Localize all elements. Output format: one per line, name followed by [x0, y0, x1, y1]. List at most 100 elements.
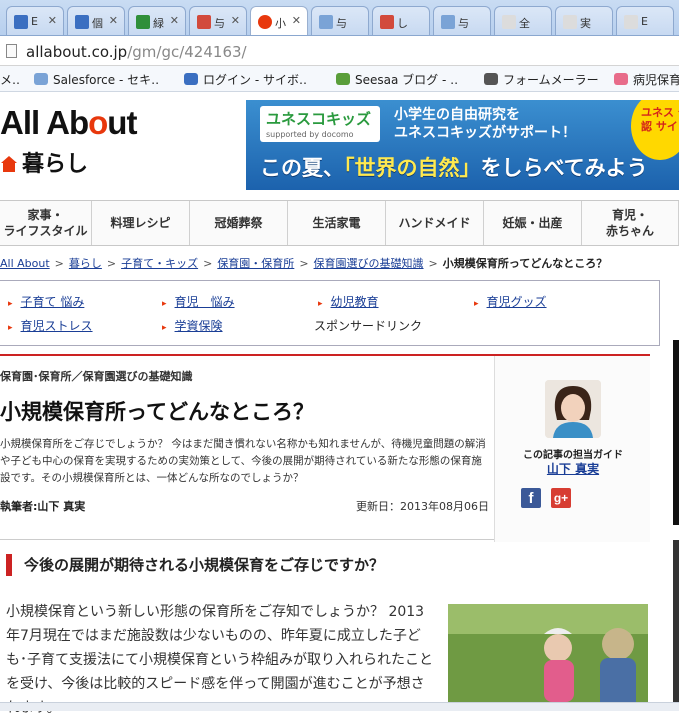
- url-path: /gm/gc/424163/: [127, 43, 247, 61]
- tab-label: 与: [214, 17, 225, 30]
- tab-favicon-icon: [136, 15, 150, 29]
- article-photo: [448, 604, 648, 711]
- bookmark-icon: [184, 73, 198, 85]
- browser-tab[interactable]: E: [616, 6, 674, 35]
- breadcrumb-separator: >: [203, 257, 213, 270]
- tab-favicon-icon: [197, 15, 211, 29]
- nav-item[interactable]: 生活家電: [288, 201, 386, 245]
- browser-tab[interactable]: 緑 ✕: [128, 6, 186, 35]
- url-host: allabout.co.jp: [26, 43, 128, 61]
- sponsored-link[interactable]: 幼児教育: [318, 293, 379, 310]
- bookmark-item[interactable]: メ‥: [0, 71, 20, 88]
- nav-item[interactable]: 料理レシピ: [92, 201, 190, 245]
- bookmark-label: フォームメーラー: [503, 73, 599, 87]
- url-text[interactable]: allabout.co.jp/gm/gc/424163/: [26, 43, 247, 61]
- bookmark-item[interactable]: Salesforce - セキ‥: [34, 71, 159, 88]
- tab-label: E: [31, 15, 38, 28]
- guide-avatar[interactable]: [545, 380, 601, 438]
- sponsored-link[interactable]: 育児グッズ: [474, 293, 547, 310]
- section-title[interactable]: 暮らし: [0, 146, 88, 178]
- article-author: 執筆者:山下 真実: [0, 500, 86, 513]
- bookmark-label: Seesaa ブログ - ‥: [355, 73, 459, 87]
- tab-label: E: [641, 15, 648, 28]
- address-bar[interactable]: allabout.co.jp/gm/gc/424163/: [0, 36, 679, 66]
- tab-close-icon[interactable]: ✕: [231, 14, 240, 27]
- browser-tab[interactable]: 個 ✕: [67, 6, 125, 35]
- sponsored-link[interactable]: 子育て 悩み: [8, 293, 85, 310]
- browser-tab[interactable]: し: [372, 6, 430, 35]
- breadcrumb-separator: >: [299, 257, 309, 270]
- tab-favicon-icon: [380, 15, 394, 29]
- bookmark-icon: [336, 73, 350, 85]
- nav-item[interactable]: 冠婚葬祭: [190, 201, 288, 245]
- tab-label: 小: [275, 17, 286, 30]
- sponsored-links: 子育て 悩み 育児 悩み 幼児教育 育児グッズ育児ストレス 学資保険 スポンサードリンク: [0, 280, 660, 346]
- breadcrumb-separator: >: [106, 257, 117, 270]
- tab-close-icon[interactable]: ✕: [292, 14, 301, 27]
- nav-item[interactable]: 家事・ ライフスタイル: [0, 201, 92, 245]
- bookmark-item[interactable]: 病児保育: [614, 71, 679, 88]
- tab-strip: E ✕ 個 ✕ 緑 ✕ 与 ✕ 小 ✕ 与し与全実 E: [0, 0, 679, 36]
- tab-favicon-icon: [441, 15, 455, 29]
- ad-banner[interactable]: ユネスコキッズ supported by docomo 小学生の自由研究を ユネスコ…: [246, 100, 679, 190]
- bookmark-icon: [484, 73, 498, 85]
- tab-favicon-icon: [563, 15, 577, 29]
- section-heading: 今後の展開が期待される小規模保育をご存じですか？: [6, 554, 384, 576]
- banner-brand: ユネスコキッズ supported by docomo: [260, 106, 380, 142]
- sponsored-link[interactable]: 育児ストレス: [8, 317, 93, 334]
- bookmark-label: メ‥: [0, 73, 21, 87]
- allabout-logo[interactable]: All About: [0, 104, 137, 142]
- sponsored-link[interactable]: 育児 悩み: [162, 293, 235, 310]
- banner-sticker: ユネス 公認 サイト: [631, 100, 679, 160]
- tab-close-icon[interactable]: ✕: [109, 14, 118, 27]
- tab-label: し: [397, 17, 408, 30]
- sponsored-label: スポンサードリンク: [314, 319, 423, 333]
- tab-label: 与: [458, 17, 469, 30]
- nav-item[interactable]: ハンドメイド: [386, 201, 484, 245]
- banner-headline: この夏、「世界の自然」をしらべてみよう: [260, 156, 648, 180]
- side-image-2: [673, 540, 679, 711]
- bookmark-label: 病児保育: [633, 73, 679, 87]
- bookmark-item[interactable]: Seesaa ブログ - ‥: [336, 71, 458, 88]
- tab-favicon-icon: [319, 15, 333, 29]
- global-nav: 家事・ ライフスタイル 料理レシピ 冠婚葬祭 生活家電 ハンドメイド 妊娠・出産 育児・ 赤…: [0, 200, 679, 246]
- nav-item[interactable]: 妊娠・出産: [484, 201, 582, 245]
- article-title: 小規模保育所ってどんなところ？: [0, 400, 314, 424]
- facebook-icon[interactable]: f: [521, 488, 541, 508]
- breadcrumb-current: 小規模保育所ってどんなところ？: [442, 257, 608, 270]
- nav-item[interactable]: 育児・ 赤ちゃん: [582, 201, 679, 245]
- tab-close-icon[interactable]: ✕: [170, 14, 179, 27]
- breadcrumb-link[interactable]: 保育園選びの基礎知識: [314, 257, 424, 270]
- tab-favicon-icon: [502, 15, 516, 29]
- breadcrumb-link[interactable]: All About: [0, 257, 50, 270]
- google-plus-icon[interactable]: g+: [551, 488, 571, 508]
- browser-tab[interactable]: 小 ✕: [250, 6, 308, 35]
- breadcrumb-link[interactable]: 暮らし: [69, 257, 102, 270]
- tab-label: 個: [92, 17, 103, 30]
- bookmark-item[interactable]: ログイン - サイボ‥: [184, 71, 307, 88]
- tab-close-icon[interactable]: ✕: [48, 14, 57, 27]
- browser-tab[interactable]: E ✕: [6, 6, 64, 35]
- guide-name-link[interactable]: 山下 真実: [495, 460, 651, 477]
- tab-label: 与: [336, 17, 347, 30]
- browser-tab[interactable]: 与: [433, 6, 491, 35]
- breadcrumb: All About > 暮らし > 子育て・キッズ > 保育園・保育所 > 保育園選びの基礎知識…: [0, 255, 607, 271]
- article-updated: 更新日：2013年08月06日: [356, 500, 489, 513]
- guide-box: この記事の担当ガイド 山下 真実 f g+: [494, 356, 650, 542]
- tab-favicon-icon: [14, 15, 28, 29]
- tab-label: 実: [580, 17, 591, 30]
- browser-tab[interactable]: 与 ✕: [189, 6, 247, 35]
- tab-favicon-icon: [258, 15, 272, 29]
- guide-label: この記事の担当ガイド: [523, 450, 623, 461]
- section-label: 暮らし: [22, 152, 89, 177]
- browser-tab[interactable]: 全: [494, 6, 552, 35]
- bookmark-icon: [34, 73, 48, 85]
- browser-tab[interactable]: 与: [311, 6, 369, 35]
- breadcrumb-link[interactable]: 保育園・保育所: [217, 257, 294, 270]
- browser-tab[interactable]: 実: [555, 6, 613, 35]
- sponsored-link[interactable]: 学資保険: [162, 317, 223, 334]
- article-header: 保育園･保育所／保育園選びの基礎知識 小規模保育所ってどんなところ？ 小規模保育…: [0, 354, 650, 542]
- bookmark-item[interactable]: フォームメーラー: [484, 71, 599, 88]
- breadcrumb-link[interactable]: 子育て・キッズ: [121, 257, 198, 270]
- page-icon: [6, 44, 17, 58]
